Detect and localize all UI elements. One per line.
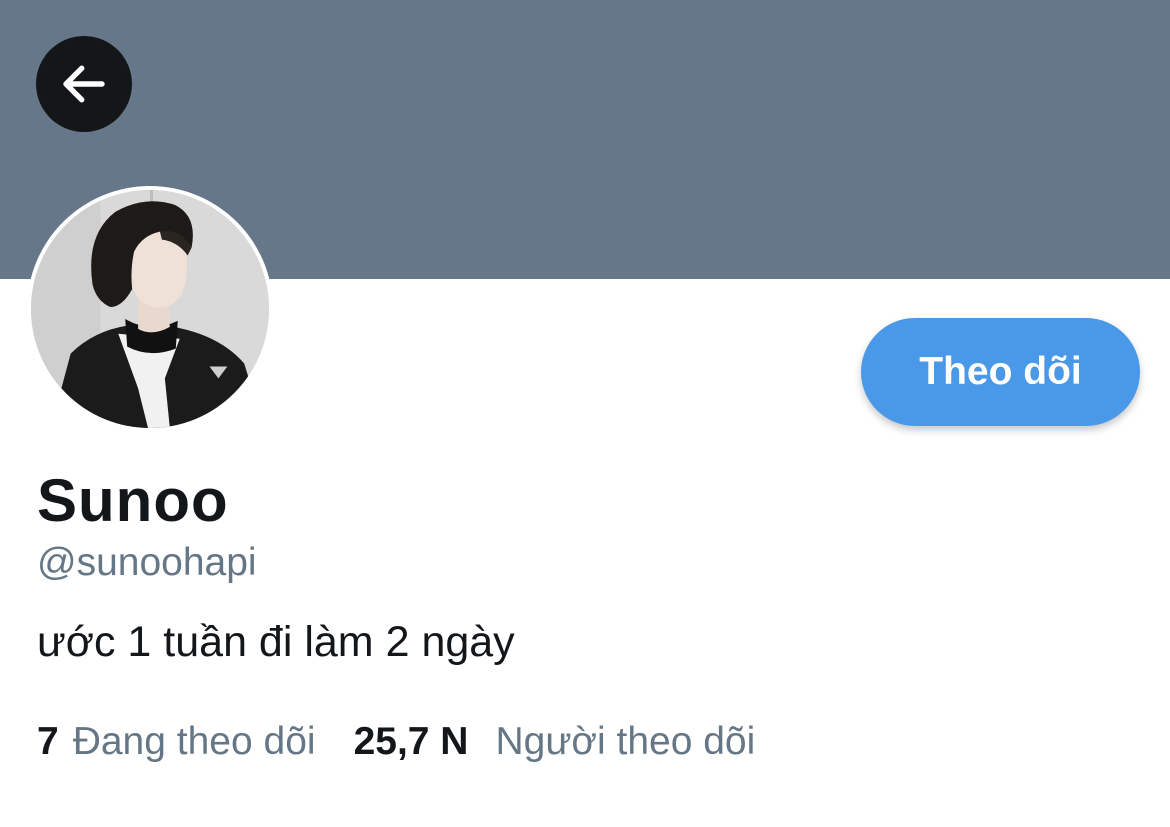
profile-page: Theo dõi Sunoo @sunoohapi ước 1 tuần đi … xyxy=(0,0,1170,827)
user-handle: @sunoohapi xyxy=(37,541,257,584)
avatar[interactable] xyxy=(27,186,273,432)
following-count: 7 xyxy=(37,720,59,763)
followers-label: Người theo dõi xyxy=(495,720,756,763)
following-stat[interactable]: 7 Đang theo dõi xyxy=(37,720,316,764)
profile-stats: 7 Đang theo dõi 25,7 N Người theo dõi xyxy=(37,720,755,764)
followers-stat[interactable]: 25,7 N Người theo dõi xyxy=(354,720,756,764)
profile-bio: ước 1 tuần đi làm 2 ngày xyxy=(37,618,515,666)
profile-photo xyxy=(31,190,269,428)
followers-count: 25,7 N xyxy=(353,720,469,763)
following-label: Đang theo dõi xyxy=(72,720,316,763)
display-name: Sunoo xyxy=(37,467,229,534)
follow-button[interactable]: Theo dõi xyxy=(861,318,1140,426)
arrow-left-icon xyxy=(63,65,105,103)
back-button[interactable] xyxy=(36,36,132,132)
avatar-image xyxy=(31,190,269,428)
